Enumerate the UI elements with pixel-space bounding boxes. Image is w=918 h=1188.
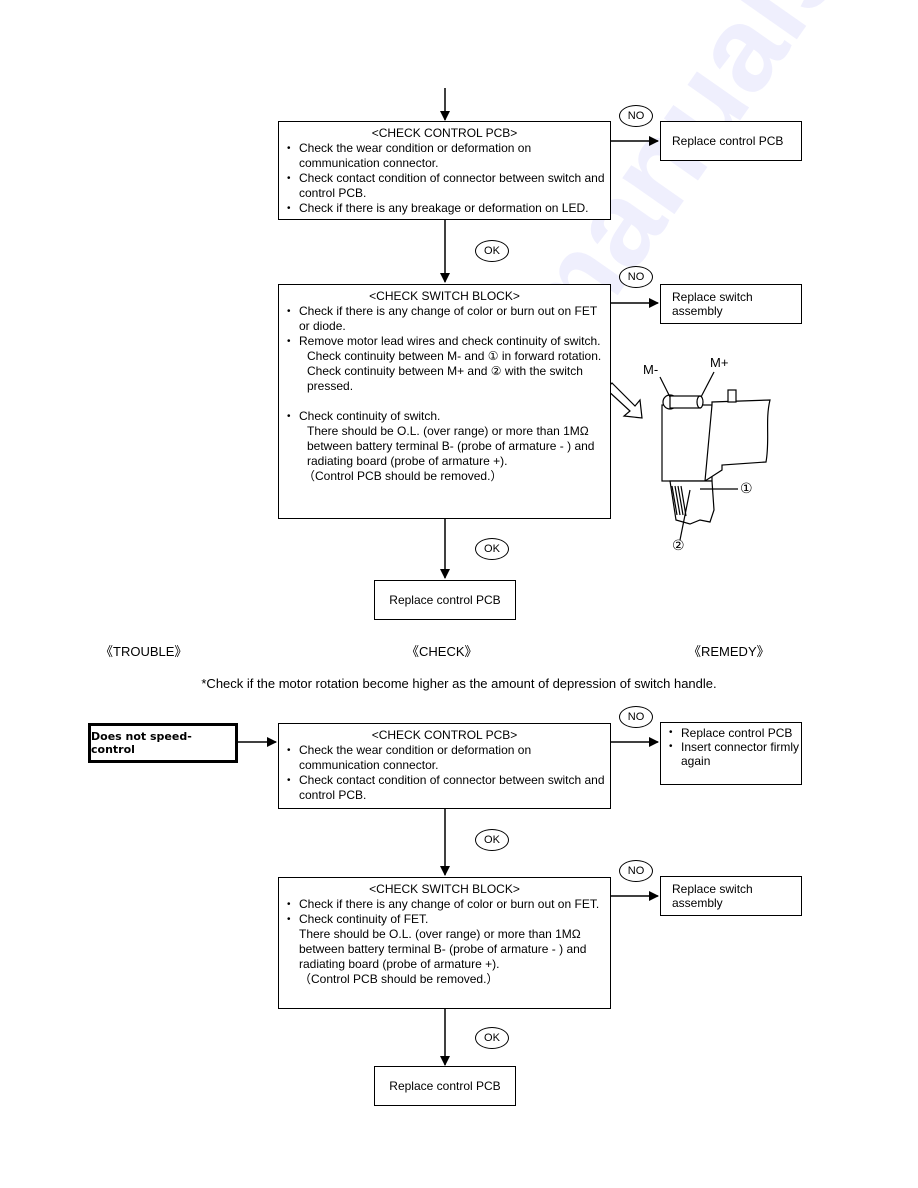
final-remedy-box-1: Replace control PCB	[374, 580, 516, 620]
switch-illustration	[605, 371, 771, 541]
check-item: Check if there is any change of color or…	[279, 304, 610, 334]
check-item-text: Check continuity of FET.	[299, 912, 429, 926]
no-label: NO	[619, 105, 653, 127]
check-item: Check continuity of FET. There should be…	[279, 912, 610, 987]
no-label: NO	[619, 266, 653, 288]
final-remedy-box-2: Replace control PCB	[374, 1066, 516, 1106]
label-m-minus: M-	[643, 362, 659, 377]
remedy-text: Replace control PCB	[389, 1078, 501, 1093]
box-title: <CHECK CONTROL PCB>	[371, 126, 518, 140]
check-switch-block-box-1: <CHECK SWITCH BLOCK> Check if there is a…	[278, 284, 611, 519]
check-item: Check continuity of switch. There should…	[279, 409, 610, 484]
check-switch-block-box-2: <CHECK SWITCH BLOCK> Check if there is a…	[278, 877, 611, 1009]
trouble-text: Does not speed-control	[91, 730, 192, 756]
check-item: Check contact condition of connector bet…	[279, 171, 610, 201]
ok-label: OK	[475, 1027, 509, 1049]
remedy-item: Insert connector firmly again	[661, 740, 801, 768]
check-item: Remove motor lead wires and check contin…	[279, 334, 610, 394]
procedure-note: *Check if the motor rotation become high…	[201, 676, 717, 691]
check-control-pcb-box-1: <CHECK CONTROL PCB> Check the wear condi…	[278, 121, 611, 220]
remedy-box-replace-or-reinsert: Replace control PCB Insert connector fir…	[660, 722, 802, 785]
check-subitem: （Control PCB should be removed.）	[299, 972, 499, 986]
check-item: Check the wear condition or deformation …	[279, 141, 610, 171]
label-terminal-1: ①	[740, 480, 753, 496]
label-m-plus: M+	[710, 355, 729, 370]
remedy-text: Replace control PCB	[672, 133, 784, 148]
check-subitem: There should be O.L. (over range) or mor…	[307, 424, 595, 468]
check-control-pcb-box-2: <CHECK CONTROL PCB> Check the wear condi…	[278, 723, 611, 809]
check-item: Check if there is any breakage or deform…	[279, 201, 610, 216]
box-title: <CHECK SWITCH BLOCK>	[369, 289, 520, 303]
check-item: Check the wear condition or deformation …	[279, 743, 610, 773]
label-terminal-2: ②	[672, 537, 685, 553]
box-title: <CHECK SWITCH BLOCK>	[369, 882, 520, 896]
check-subitem: Check continuity between M+ and ② with t…	[307, 364, 583, 393]
check-subitem: Check continuity between M- and ① in for…	[307, 349, 602, 363]
remedy-box-replace-control-pcb: Replace control PCB	[660, 121, 802, 161]
ok-label: OK	[475, 829, 509, 851]
remedy-text: Replace switch assembly	[672, 290, 753, 318]
box-title: <CHECK CONTROL PCB>	[371, 728, 518, 742]
check-item-text: Remove motor lead wires and check contin…	[299, 334, 601, 348]
remedy-item: Replace control PCB	[661, 726, 801, 740]
remedy-text: Replace control PCB	[389, 592, 501, 607]
no-label: NO	[619, 860, 653, 882]
check-subitem: （Control PCB should be removed.）	[303, 469, 503, 483]
ok-label: OK	[475, 538, 509, 560]
ok-label: OK	[475, 240, 509, 262]
check-item: Check contact condition of connector bet…	[279, 773, 610, 803]
column-header-remedy: 《REMEDY》	[688, 644, 770, 659]
remedy-box-replace-switch-assembly-2: Replace switch assembly	[660, 876, 802, 916]
remedy-box-replace-switch-assembly: Replace switch assembly	[660, 284, 802, 324]
pointer-arrow-icon	[605, 382, 643, 419]
check-subitem: There should be O.L. (over range) or mor…	[299, 927, 587, 971]
remedy-text: Replace switch assembly	[672, 882, 753, 910]
column-header-trouble: 《TROUBLE》	[100, 644, 188, 659]
trouble-box-does-not-speed-control: Does not speed-control	[88, 723, 238, 763]
no-label: NO	[619, 706, 653, 728]
column-header-check: 《CHECK》	[406, 644, 478, 659]
check-item-text: Check continuity of switch.	[299, 409, 441, 423]
check-item: Check if there is any change of color or…	[279, 897, 610, 912]
